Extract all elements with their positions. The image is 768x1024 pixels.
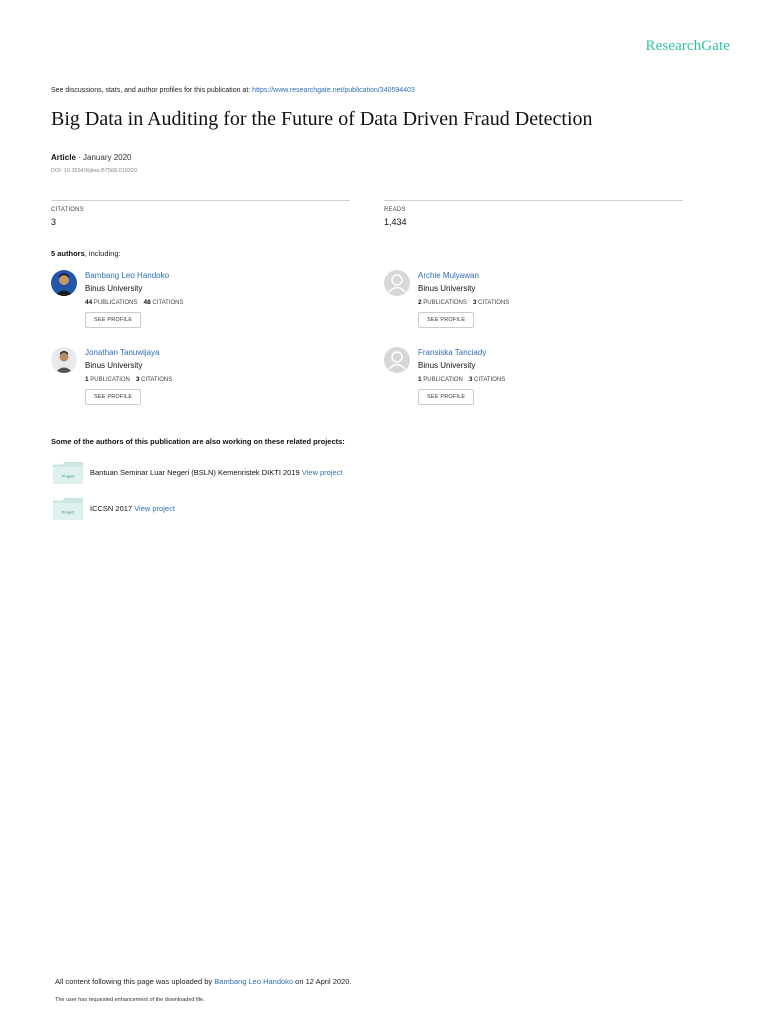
publication-count: 1 <box>85 376 89 383</box>
author-stats: 1 PUBLICATION 3 CITATIONS <box>418 376 505 383</box>
author-institution: Binus University <box>85 284 143 293</box>
publication-label: PUBLICATIONS <box>423 300 467 306</box>
authors-heading: 5 authors, including: <box>51 249 121 258</box>
citation-label: CITATIONS <box>141 377 173 383</box>
uploader-link[interactable]: Bambang Leo Handoko <box>214 977 293 986</box>
project-text: Bantuan Seminar Luar Negeri (BSLN) Kemen… <box>90 468 342 477</box>
see-discussions-text: See discussions, stats, and author profi… <box>51 87 253 94</box>
doi: DOI: 10.35940/ijitee.B7568.019320 <box>51 168 137 174</box>
avatar-placeholder-icon[interactable] <box>384 347 410 373</box>
upload-info: All content following this page was uplo… <box>55 977 351 986</box>
author-info: Fransiska Tanciady Binus University 1 PU… <box>418 348 505 405</box>
author-avatar[interactable] <box>51 347 77 373</box>
reads-label: READS <box>384 207 406 213</box>
see-discussions-line: See discussions, stats, and author profi… <box>51 87 415 94</box>
author-institution: Binus University <box>418 284 476 293</box>
author-avatar[interactable] <box>51 270 77 296</box>
folder-icon-label: Project <box>62 510 75 515</box>
author-card: Bambang Leo Handoko Binus University 44 … <box>51 270 351 334</box>
author-info: Archie Mulyawan Binus University 2 PUBLI… <box>418 271 509 328</box>
publication-url-link[interactable]: https://www.researchgate.net/publication… <box>252 87 415 94</box>
authors-count: 5 authors <box>51 249 85 258</box>
author-info: Jonathan Tanuwijaya Binus University 1 P… <box>85 348 172 405</box>
enhancement-note: The user has requested enhancement of th… <box>55 997 205 1003</box>
article-type: Article <box>51 153 76 162</box>
see-profile-button[interactable]: SEE PROFILE <box>85 389 142 405</box>
publication-label: PUBLICATION <box>90 377 130 383</box>
reads-stat: READS 1,434 <box>384 200 683 227</box>
publication-count: 1 <box>418 376 422 383</box>
researchgate-logo[interactable]: ResearchGate <box>646 38 730 55</box>
see-profile-button[interactable]: SEE PROFILE <box>418 312 475 328</box>
view-project-link[interactable]: View project <box>302 468 343 477</box>
citation-count: 3 <box>472 299 477 306</box>
project-name: Bantuan Seminar Luar Negeri (BSLN) Kemen… <box>90 468 302 477</box>
publication-count: 2 <box>418 299 422 306</box>
see-profile-button[interactable]: SEE PROFILE <box>85 312 142 328</box>
avatar-placeholder-icon[interactable] <box>384 270 410 296</box>
citation-count: 48 <box>143 299 151 306</box>
publication-label: PUBLICATIONS <box>93 300 138 306</box>
author-stats: 1 PUBLICATION 3 CITATIONS <box>85 376 172 383</box>
author-institution: Binus University <box>418 361 476 370</box>
citation-count: 3 <box>135 376 140 383</box>
author-institution: Binus University <box>85 361 143 370</box>
citations-stat: CITATIONS 3 <box>51 200 350 227</box>
view-project-link[interactable]: View project <box>134 504 175 513</box>
authors-suffix: , including: <box>84 249 121 258</box>
citations-label: CITATIONS <box>51 207 84 213</box>
citation-label: CITATIONS <box>474 377 506 383</box>
author-stats: 2 PUBLICATIONS 3 CITATIONS <box>418 299 509 306</box>
article-meta: Article · January 2020 <box>51 153 132 162</box>
citation-label: CITATIONS <box>478 300 510 306</box>
related-projects-heading: Some of the authors of this publication … <box>51 437 345 446</box>
author-name[interactable]: Fransiska Tanciady <box>418 348 505 357</box>
author-stats: 44 PUBLICATIONS 48 CITATIONS <box>85 299 184 306</box>
author-name[interactable]: Jonathan Tanuwijaya <box>85 348 172 357</box>
see-profile-button[interactable]: SEE PROFILE <box>418 389 475 405</box>
project-name: ICCSN 2017 <box>90 504 135 513</box>
author-card: Fransiska Tanciady Binus University 1 PU… <box>384 347 684 411</box>
publication-label: PUBLICATION <box>423 377 463 383</box>
publication-count: 44 <box>85 299 93 306</box>
author-name[interactable]: Bambang Leo Handoko <box>85 271 184 280</box>
article-date: · January 2020 <box>75 153 132 162</box>
author-info: Bambang Leo Handoko Binus University 44 … <box>85 271 184 328</box>
citation-label: CITATIONS <box>152 300 184 306</box>
upload-suffix: on 12 April 2020. <box>293 977 352 986</box>
citations-value: 3 <box>51 217 57 227</box>
reads-value: 1,434 <box>384 217 407 227</box>
citation-count: 3 <box>468 376 473 383</box>
project-text: ICCSN 2017 View project <box>90 504 175 513</box>
folder-icon-label: Project <box>62 474 75 479</box>
folder-icon: Project <box>53 462 83 484</box>
author-name[interactable]: Archie Mulyawan <box>418 271 509 280</box>
author-card: Jonathan Tanuwijaya Binus University 1 P… <box>51 347 351 411</box>
publication-title: Big Data in Auditing for the Future of D… <box>51 108 593 130</box>
author-card: Archie Mulyawan Binus University 2 PUBLI… <box>384 270 684 334</box>
folder-icon: Project <box>53 498 83 520</box>
upload-prefix: All content following this page was uplo… <box>55 977 215 986</box>
